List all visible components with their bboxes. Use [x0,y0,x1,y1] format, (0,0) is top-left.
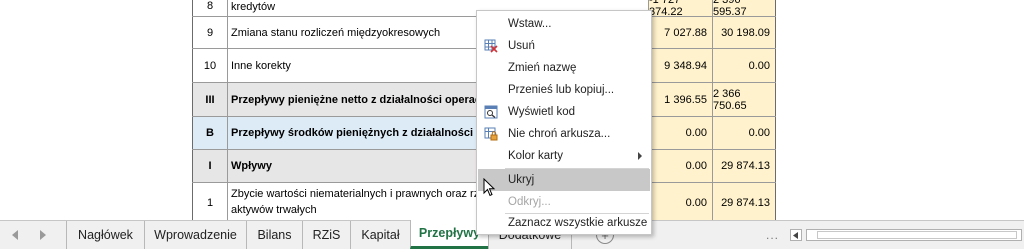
menu-item-tab-color[interactable]: Kolor karty [478,145,650,167]
row-number[interactable]: 8 [192,0,228,16]
row-number[interactable]: 10 [192,49,228,82]
menu-item-label: Usuń [508,40,535,52]
value-current-year[interactable]: 9 348.94 [648,49,712,82]
menu-item-label: Ukryj [508,174,535,186]
row-number[interactable]: 1 [192,183,228,220]
value-current-year[interactable]: 1 396.55 [648,83,712,116]
sheet-nav-arrows-icon[interactable] [4,227,64,243]
menu-item-view-code[interactable]: Wyświetl kod [478,101,650,123]
value-current-year[interactable]: -1 727 374.22 [648,0,712,18]
menu-item-label: Wstaw... [508,18,552,30]
sheet-context-menu: Wstaw... Usuń Zmień nazwę Przenieś lub k… [476,10,652,235]
value-previous-year[interactable]: 0.00 [712,117,776,149]
delete-sheet-icon [484,39,498,53]
tab-split-handle[interactable]: ... [766,228,779,242]
menu-item-unprotect-sheet[interactable]: Nie chroń arkusza... [478,123,650,145]
menu-item-unhide[interactable]: Odkryj... [478,191,650,213]
view-code-icon [484,105,498,119]
submenu-arrow-icon [638,152,642,160]
menu-item-move-copy[interactable]: Przenieś lub kopiuj... [478,79,650,101]
menu-item-hide[interactable]: Ukryj [478,169,650,191]
value-current-year[interactable]: 0.00 [648,117,712,149]
scrollbar-thumb[interactable] [817,231,1017,239]
menu-item-label: Wyświetl kod [508,106,575,118]
menu-item-label: Odkryj... [508,196,551,208]
mouse-pointer-icon [483,178,496,197]
value-previous-year[interactable]: 29 874.13 [712,183,776,220]
horizontal-scrollbar[interactable] [806,229,1022,241]
value-previous-year[interactable]: 29 874.13 [712,150,776,182]
tab-naglowek[interactable]: Nagłówek [66,221,144,249]
tab-rzis[interactable]: RZiS [302,221,350,249]
menu-item-label: Nie chroń arkusza... [508,128,611,140]
menu-item-label: Kolor karty [508,150,563,162]
tab-kapital[interactable]: Kapitał [350,221,410,249]
menu-item-label: Przenieś lub kopiuj... [508,84,615,96]
value-current-year[interactable]: 0.00 [648,183,712,220]
menu-item-rename[interactable]: Zmień nazwę [478,57,650,79]
triangle-left-icon [793,231,798,239]
menu-item-insert[interactable]: Wstaw... [478,13,650,35]
row-number[interactable]: 9 [192,17,228,48]
value-previous-year[interactable]: 2 396 595.37 [712,0,776,18]
value-previous-year[interactable]: 0.00 [712,49,776,82]
menu-item-select-all-sheets[interactable]: Zaznacz wszystkie arkusze [478,212,650,234]
menu-item-delete[interactable]: Usuń [478,35,650,57]
row-number[interactable]: B [192,117,228,149]
scroll-left-button[interactable] [790,229,802,241]
row-number[interactable]: III [192,83,228,116]
tab-bilans[interactable]: Bilans [246,221,302,249]
value-current-year[interactable]: 0.00 [648,150,712,182]
value-previous-year[interactable]: 30 198.09 [712,17,776,48]
row-number[interactable]: I [192,150,228,182]
value-previous-year[interactable]: 2 366 750.65 [712,83,776,116]
unprotect-sheet-icon [484,127,498,141]
menu-item-label: Zmień nazwę [508,62,577,74]
tab-wprowadzenie[interactable]: Wprowadzenie [144,221,246,249]
value-current-year[interactable]: 7 027.88 [648,17,712,48]
menu-item-label: Zaznacz wszystkie arkusze [508,217,648,229]
